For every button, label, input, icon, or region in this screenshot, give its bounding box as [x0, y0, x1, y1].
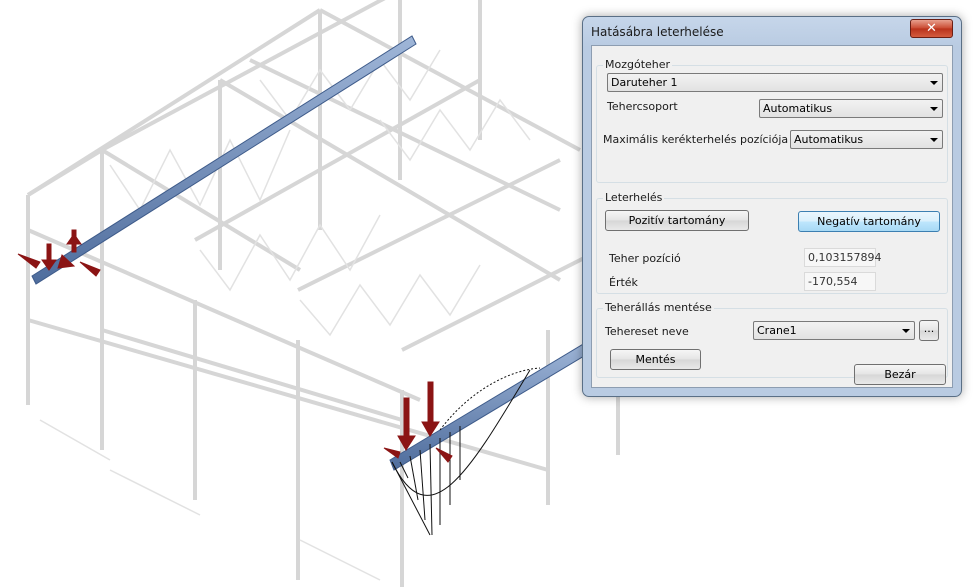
load-position-label: Teher pozíció	[609, 252, 681, 265]
save-load-position-group-title: Teherállás mentése	[603, 301, 714, 314]
influence-load-dialog: Hatásábra leterhelése ✕ Mozgóteher Darut…	[582, 16, 962, 397]
load-group-label: Tehercsoport	[607, 100, 678, 113]
chevron-down-icon	[930, 107, 938, 111]
window-close-button[interactable]: ✕	[910, 19, 953, 38]
moving-load-group-title: Mozgóteher	[603, 58, 673, 71]
loading-group: Leterhelés Pozitív tartomány Negatív tar…	[596, 191, 948, 294]
load-case-name-select[interactable]: Crane1	[753, 321, 915, 340]
load-case-name-value: Crane1	[757, 324, 797, 337]
moving-load-group: Mozgóteher Daruteher 1 Tehercsoport Auto…	[596, 58, 948, 183]
dialog-client-area: Mozgóteher Daruteher 1 Tehercsoport Auto…	[591, 45, 953, 388]
save-button[interactable]: Mentés	[610, 349, 701, 370]
truss-bracing	[39, 49, 531, 581]
crane-runway-beam-front	[389, 339, 595, 471]
negative-range-button[interactable]: Negatív tartomány	[798, 211, 940, 232]
chevron-down-icon	[902, 329, 910, 333]
load-group-select[interactable]: Automatikus	[759, 99, 943, 118]
load-case-name-label: Tehereset neve	[605, 325, 689, 338]
max-wheel-position-value: Automatikus	[794, 133, 864, 146]
chevron-down-icon	[930, 138, 938, 142]
chevron-down-icon	[930, 81, 938, 85]
load-group-select-value: Automatikus	[763, 102, 833, 115]
moving-load-select[interactable]: Daruteher 1	[607, 73, 943, 92]
loading-group-title: Leterhelés	[603, 191, 665, 204]
browse-button[interactable]: ...	[919, 320, 939, 341]
max-wheel-position-select[interactable]: Automatikus	[790, 130, 943, 149]
max-wheel-position-label: Maximális kerékterhelés pozíciója	[603, 133, 789, 146]
close-dialog-button[interactable]: Bezár	[854, 364, 946, 385]
dialog-title: Hatásábra leterhelése	[591, 25, 724, 39]
positive-range-button[interactable]: Pozitív tartomány	[605, 210, 749, 231]
load-position-field: 0,103157894	[804, 248, 881, 267]
value-field: -170,554	[804, 272, 876, 291]
value-label: Érték	[609, 276, 638, 289]
moving-load-select-value: Daruteher 1	[611, 76, 678, 89]
steel-frame	[26, 0, 620, 587]
